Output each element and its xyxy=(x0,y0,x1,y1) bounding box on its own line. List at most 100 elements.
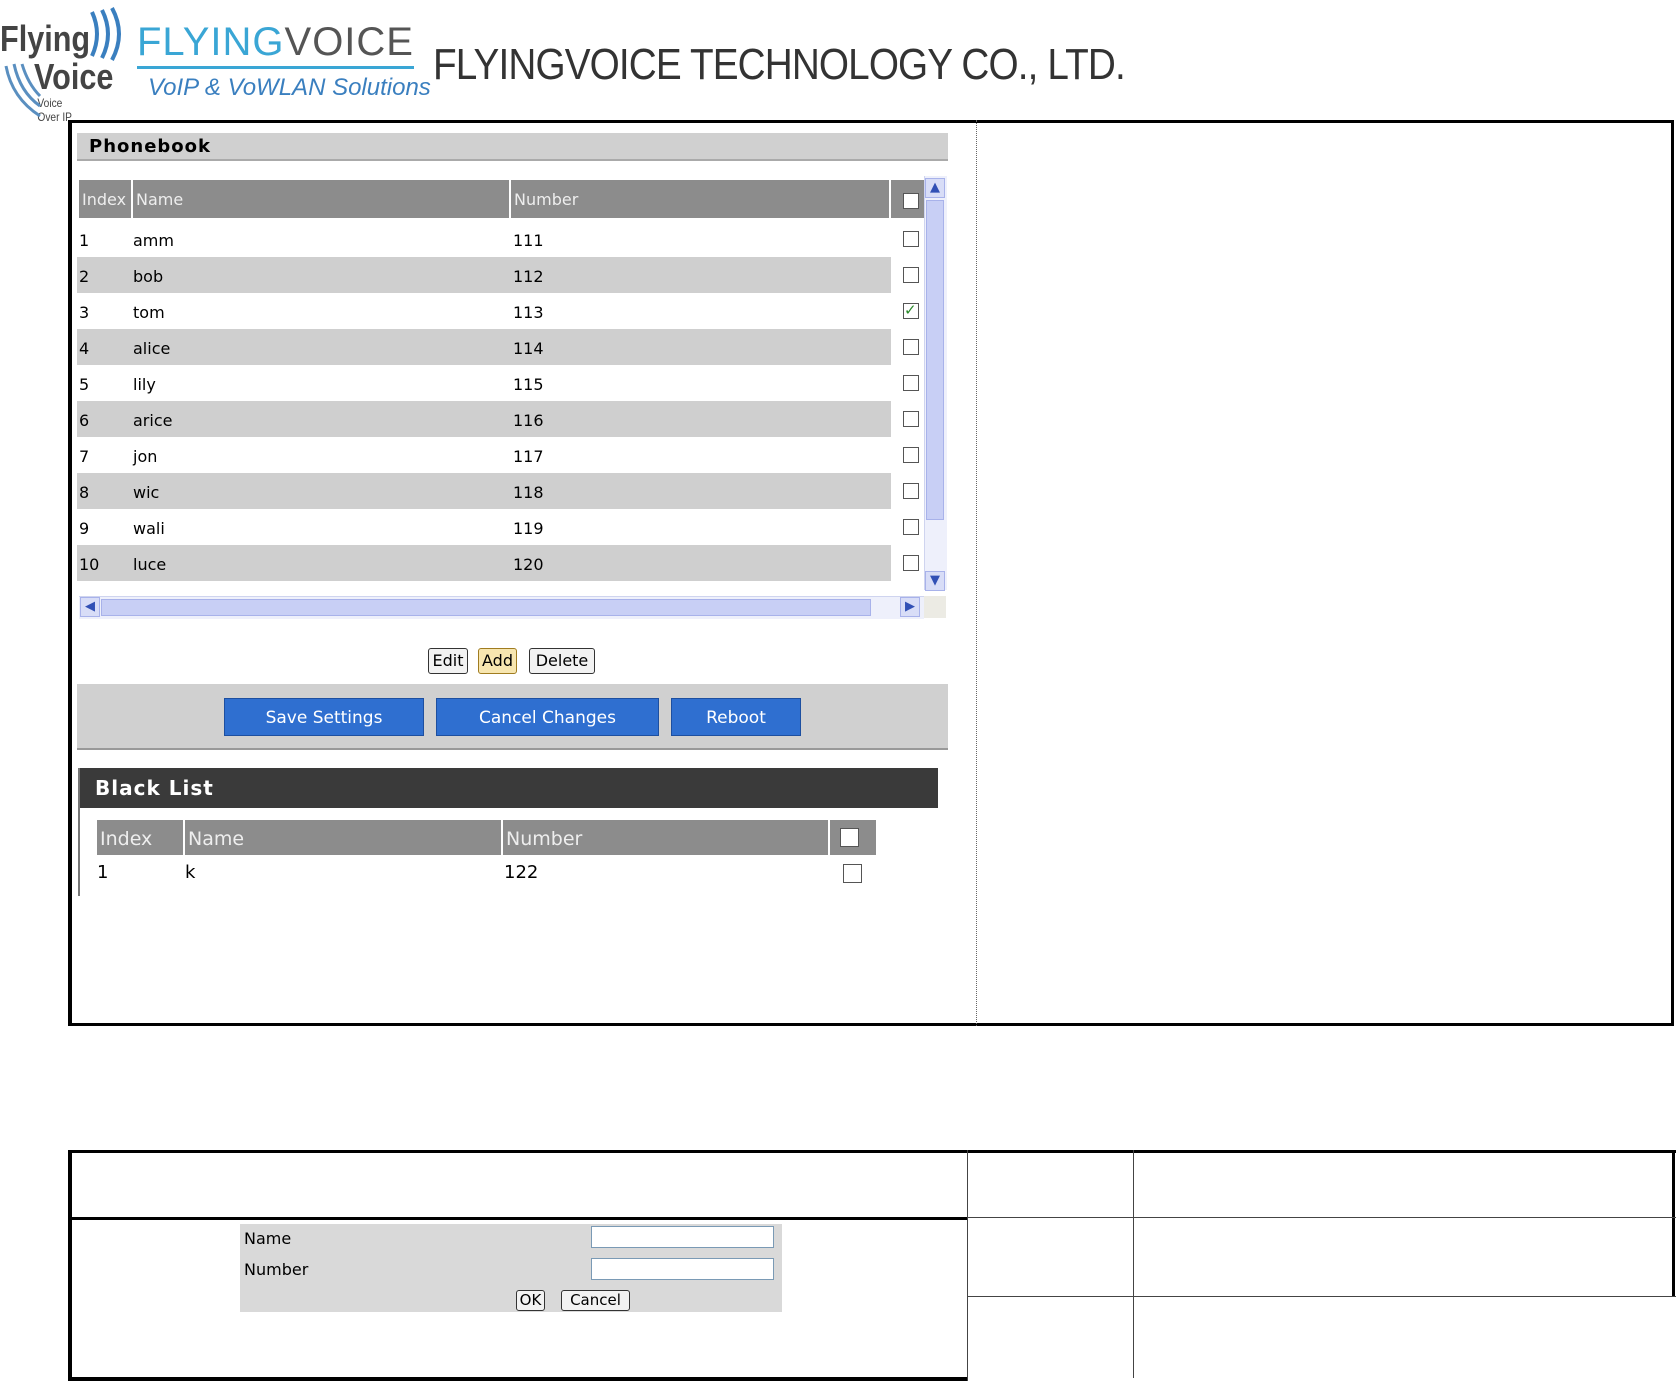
scroll-right-icon[interactable]: ▶ xyxy=(900,597,920,617)
table2-col-divider-1 xyxy=(967,1150,968,1381)
flyingvoice-logo: FLYINGVOICE xyxy=(137,20,414,64)
logo-tagline-voip: VoIP & VoWLAN Solutions xyxy=(148,74,431,101)
cell-name: alice xyxy=(133,339,171,358)
signal-waves-icon xyxy=(90,7,121,61)
cell-index: 9 xyxy=(79,519,90,538)
column-header-index[interactable]: Index xyxy=(79,180,131,218)
bl-column-header-index[interactable]: Index xyxy=(97,820,183,855)
cell-number: 118 xyxy=(513,483,544,502)
number-field[interactable] xyxy=(591,1258,774,1280)
row-checkbox[interactable] xyxy=(903,447,919,463)
table2-col-divider-2 xyxy=(1133,1150,1134,1378)
frame-divider xyxy=(976,120,977,1026)
bl-row-checkbox[interactable] xyxy=(843,864,862,883)
save-settings-button[interactable]: Save Settings xyxy=(224,698,424,736)
cell-number: 117 xyxy=(513,447,544,466)
bl-column-header-name[interactable]: Name xyxy=(185,820,501,855)
logo-part2: VOICE xyxy=(284,20,414,64)
table-row[interactable]: 5 lily 115 xyxy=(77,365,919,401)
cell-name: jon xyxy=(133,447,158,466)
vertical-scroll-thumb[interactable] xyxy=(926,200,944,520)
column-header-number[interactable]: Number xyxy=(511,180,889,218)
cell-name: tom xyxy=(133,303,165,322)
table2-row-rule xyxy=(967,1296,1676,1297)
scroll-up-icon[interactable]: ▲ xyxy=(925,178,945,198)
cell-index: 4 xyxy=(79,339,90,358)
table2-bottom-border xyxy=(68,1377,967,1381)
name-label: Name xyxy=(244,1229,292,1248)
bl-column-header-number[interactable]: Number xyxy=(503,820,828,855)
cell-number: 112 xyxy=(513,267,544,286)
phonebook-title: Phonebook xyxy=(89,136,211,157)
cell-name: lily xyxy=(133,375,156,394)
cell-name: bob xyxy=(133,267,164,286)
bl-cell-name: k xyxy=(185,862,196,883)
cancel-changes-button[interactable]: Cancel Changes xyxy=(436,698,659,736)
table2-left-border xyxy=(68,1150,72,1381)
logo-underline xyxy=(137,66,414,69)
cell-index: 5 xyxy=(79,375,90,394)
cell-number: 115 xyxy=(513,375,544,394)
cell-name: wic xyxy=(133,483,160,502)
ok-button[interactable]: OK xyxy=(516,1290,545,1311)
cell-index: 10 xyxy=(79,555,100,574)
cell-number: 111 xyxy=(513,231,544,250)
row-checkbox[interactable] xyxy=(903,411,919,427)
cell-name: arice xyxy=(133,411,173,430)
table-row[interactable]: 10 luce 120 xyxy=(77,545,919,581)
scroll-corner xyxy=(924,596,946,618)
cell-name: amm xyxy=(133,231,174,250)
row-checkbox[interactable] xyxy=(903,231,919,247)
row-checkbox[interactable] xyxy=(903,267,919,283)
company-name: FLYINGVOICE TECHNOLOGY CO., LTD. xyxy=(433,40,1126,89)
table-row[interactable]: 7 jon 117 xyxy=(77,437,919,473)
scroll-left-icon[interactable]: ◀ xyxy=(80,597,100,617)
delete-button[interactable]: Delete xyxy=(529,648,595,674)
table2-top-border xyxy=(68,1150,1676,1153)
cell-index: 8 xyxy=(79,483,90,502)
scroll-down-icon[interactable]: ▼ xyxy=(925,571,945,591)
cell-index: 1 xyxy=(79,231,90,250)
cell-name: luce xyxy=(133,555,167,574)
table2-right-border xyxy=(1672,1150,1675,1296)
number-label: Number xyxy=(244,1260,309,1279)
cell-index: 3 xyxy=(79,303,90,322)
cell-number: 113 xyxy=(513,303,544,322)
table-row[interactable]: 1 amm 111 xyxy=(77,221,919,257)
bl-cell-number: 122 xyxy=(504,862,539,883)
select-all-checkbox[interactable] xyxy=(903,193,919,209)
row-checkbox[interactable] xyxy=(903,519,919,535)
table-row[interactable]: 3 tom 113 xyxy=(77,293,919,329)
cell-number: 114 xyxy=(513,339,544,358)
reboot-button[interactable]: Reboot xyxy=(671,698,801,736)
logo-line1: Flying xyxy=(0,18,91,59)
row-checkbox[interactable] xyxy=(903,339,919,355)
edit-button[interactable]: Edit xyxy=(428,648,468,674)
cell-index: 7 xyxy=(79,447,90,466)
cell-number: 120 xyxy=(513,555,544,574)
row-checkbox[interactable] xyxy=(903,301,919,319)
bl-select-all-checkbox[interactable] xyxy=(840,828,859,847)
cell-name: wali xyxy=(133,519,165,538)
table-row[interactable]: 6 arice 116 xyxy=(77,401,919,437)
table-row[interactable]: 2 bob 112 xyxy=(77,257,919,293)
table2-header-rule xyxy=(68,1217,967,1220)
column-header-name[interactable]: Name xyxy=(133,180,509,218)
row-checkbox[interactable] xyxy=(903,375,919,391)
cancel-button[interactable]: Cancel xyxy=(561,1290,630,1311)
row-checkbox[interactable] xyxy=(903,555,919,571)
bl-cell-index: 1 xyxy=(97,862,109,883)
add-button[interactable]: Add xyxy=(478,648,517,674)
table-row[interactable]: 9 wali 119 xyxy=(77,509,919,545)
horizontal-scroll-thumb[interactable] xyxy=(101,599,871,616)
cell-number: 119 xyxy=(513,519,544,538)
name-field[interactable] xyxy=(591,1226,774,1248)
blacklist-title: Black List xyxy=(95,776,214,800)
row-checkbox[interactable] xyxy=(903,483,919,499)
logo-part1: FLYING xyxy=(137,20,285,64)
table2-header-rule-right xyxy=(967,1217,1676,1218)
table-row[interactable]: 8 wic 118 xyxy=(77,473,919,509)
cell-index: 2 xyxy=(79,267,90,286)
table-row[interactable]: 4 alice 114 xyxy=(77,329,919,365)
signal-waves-lower-icon xyxy=(4,63,42,118)
